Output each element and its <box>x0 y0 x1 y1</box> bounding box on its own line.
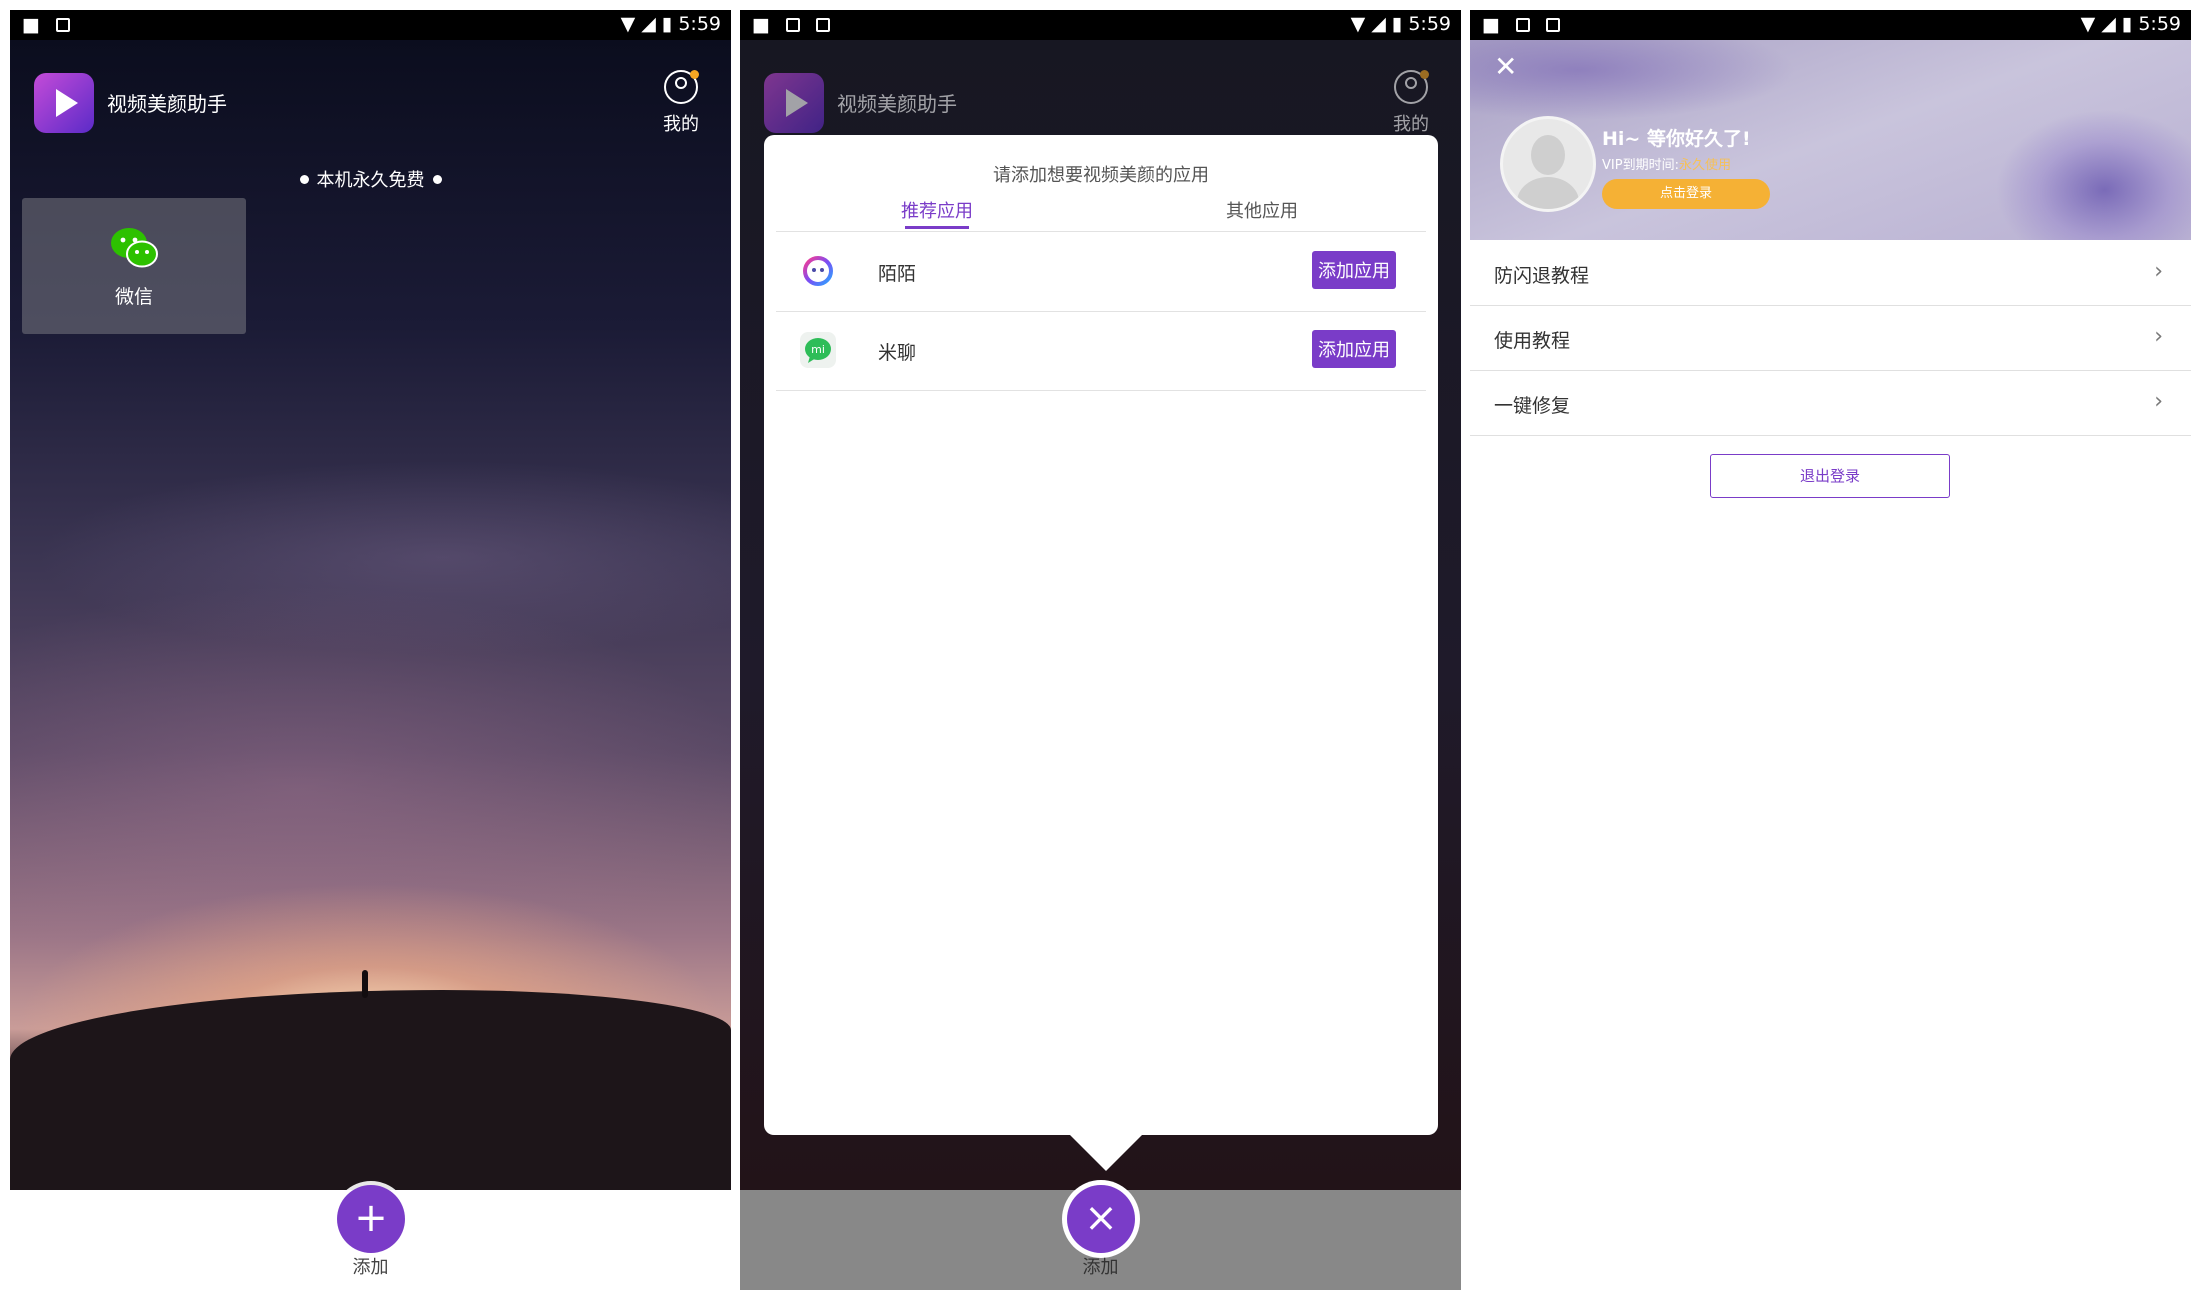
image-icon <box>785 18 800 32</box>
me-label: 我的 <box>663 114 699 135</box>
add-app-button[interactable]: 添加应用 <box>1312 251 1396 289</box>
bullet-dot-icon <box>299 175 309 184</box>
status-bar: ■ ▼ ◢ ▮ 5:59 <box>10 10 731 40</box>
add-label: 添加 <box>1082 1257 1119 1278</box>
app-name: 米聊 <box>878 342 917 364</box>
plus-icon: + <box>354 1195 388 1241</box>
profile-banner: ✕ Hi~ 等你好久了! VIP到期时间:永久使用 点击登录 <box>1470 40 2191 240</box>
battery-icon: ▮ <box>1391 13 1403 35</box>
list-item: mi 米聊 添加应用 <box>776 312 1426 391</box>
notification-icon <box>815 18 830 32</box>
close-add-button[interactable]: × <box>1067 1185 1135 1253</box>
chevron-right-icon: › <box>2154 259 2163 284</box>
add-app-dialog: 请添加想要视频美颜的应用 推荐应用 其他应用 陌陌 添加应用 mi 米聊 添加应 <box>764 135 1438 1135</box>
greeting: Hi~ 等你好久了! <box>1602 128 1751 150</box>
dialog-tabs: 推荐应用 其他应用 <box>776 197 1426 232</box>
avatar[interactable] <box>1500 116 1596 212</box>
signal-icon: ◢ <box>1371 13 1386 35</box>
notification-icon <box>1545 18 1560 32</box>
bullet-dot-icon <box>432 175 442 184</box>
wifi-icon: ▼ <box>2080 13 2096 35</box>
login-button[interactable]: 点击登录 <box>1602 179 1770 209</box>
app-logo <box>764 73 824 133</box>
status-time: 5:59 <box>2138 13 2181 35</box>
menu-item-label: 使用教程 <box>1494 330 1571 352</box>
notification-icon <box>55 18 70 32</box>
me-label: 我的 <box>1393 114 1429 135</box>
me-button[interactable]: 我的 <box>651 70 711 136</box>
wifi-icon: ▼ <box>620 13 636 35</box>
list-item: 陌陌 添加应用 <box>776 233 1426 312</box>
free-banner: 本机永久免费 <box>10 166 731 192</box>
add-app-button[interactable]: 添加应用 <box>1312 330 1396 368</box>
status-bar: ■ ▼ ◢ ▮ 5:59 <box>1470 10 2191 40</box>
vip-expiry: VIP到期时间:永久使用 <box>1602 154 1731 173</box>
vip-label: VIP到期时间: <box>1602 158 1679 173</box>
app-tile-label: 微信 <box>114 286 153 308</box>
app-logo <box>34 73 94 133</box>
notification-dot <box>690 70 699 79</box>
person-silhouette <box>362 970 368 998</box>
tab-other-apps[interactable]: 其他应用 <box>1226 197 1298 223</box>
app-header: 视频美颜助手 我的 <box>10 40 731 160</box>
status-bar: ■ ▼ ◢ ▮ 5:59 <box>740 10 1461 40</box>
signal-icon: ◢ <box>641 13 656 35</box>
close-icon: × <box>1084 1195 1118 1241</box>
android-icon: ■ <box>752 14 770 36</box>
status-time: 5:59 <box>1408 13 1451 35</box>
signal-icon: ◢ <box>2101 13 2116 35</box>
free-text: 本机永久免费 <box>316 170 425 191</box>
battery-icon: ▮ <box>2121 13 2133 35</box>
chevron-right-icon: › <box>2154 324 2163 349</box>
menu-item-tutorial[interactable]: 使用教程 › <box>1470 306 2191 371</box>
wechat-icon <box>111 228 158 268</box>
miliao-icon: mi <box>800 332 836 368</box>
menu-item-label: 一键修复 <box>1494 395 1571 417</box>
close-icon[interactable]: ✕ <box>1494 50 1517 83</box>
add-button[interactable]: + <box>337 1185 405 1253</box>
hill-silhouette <box>10 990 731 1190</box>
home-screen: ■ ▼ ◢ ▮ 5:59 视频美颜助手 我的 本机永久免费 微信 + 添加 <box>10 10 731 1290</box>
dialog-title: 请添加想要视频美颜的应用 <box>993 165 1209 186</box>
battery-icon: ▮ <box>661 13 673 35</box>
image-icon <box>1515 18 1530 32</box>
me-button[interactable]: 我的 <box>1381 70 1441 136</box>
momo-icon <box>803 256 833 286</box>
android-icon: ■ <box>1482 14 1500 36</box>
svg-text:mi: mi <box>811 343 825 356</box>
dialog-pointer <box>1070 1135 1142 1171</box>
profile-screen: ■ ▼ ◢ ▮ 5:59 ✕ Hi~ 等你好久了! VIP到期时间:永久使用 点… <box>1470 10 2191 1290</box>
menu-item-label: 防闪退教程 <box>1494 265 1590 287</box>
status-time: 5:59 <box>678 13 721 35</box>
add-dialog-screen: ■ ▼ ◢ ▮ 5:59 视频美颜助手 我的 请添加想要视频美颜的应用 推荐应用… <box>740 10 1461 1290</box>
add-label: 添加 <box>352 1257 389 1278</box>
tab-recommended[interactable]: 推荐应用 <box>901 197 973 229</box>
android-icon: ■ <box>22 14 40 36</box>
vip-value: 永久使用 <box>1678 158 1731 173</box>
app-name: 陌陌 <box>878 263 917 285</box>
chevron-right-icon: › <box>2154 389 2163 414</box>
notification-dot <box>1420 70 1429 79</box>
menu-item-anti-crash[interactable]: 防闪退教程 › <box>1470 241 2191 306</box>
app-title: 视频美颜助手 <box>837 92 957 116</box>
menu-item-repair[interactable]: 一键修复 › <box>1470 371 2191 436</box>
logout-button[interactable]: 退出登录 <box>1710 454 1950 498</box>
wifi-icon: ▼ <box>1350 13 1366 35</box>
app-tile-wechat[interactable]: 微信 <box>22 198 246 334</box>
app-title: 视频美颜助手 <box>107 92 227 116</box>
